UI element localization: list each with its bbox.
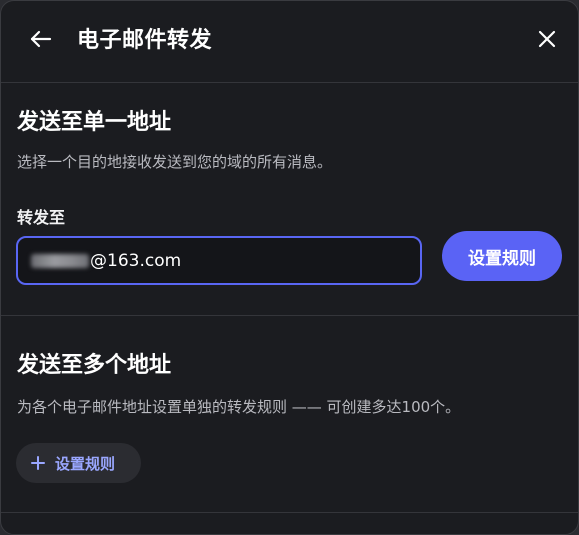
single-address-section: 发送至单一地址 选择一个目的地接收发送到您的域的所有消息。 转发至 设置规则 — [1, 84, 578, 316]
multiple-address-section: 发送至多个地址 为各个电子邮件地址设置单独的转发规则 —— 可创建多达100个。… — [1, 317, 578, 513]
single-address-description: 选择一个目的地接收发送到您的域的所有消息。 — [17, 153, 333, 171]
close-icon — [538, 30, 556, 48]
page-title: 电子邮件转发 — [77, 28, 213, 53]
multiple-address-title: 发送至多个地址 — [17, 353, 172, 378]
plus-icon — [31, 456, 45, 470]
close-button[interactable] — [533, 25, 561, 53]
set-rule-button[interactable]: 设置规则 — [442, 231, 562, 281]
add-rule-button[interactable]: 设置规则 — [16, 443, 141, 483]
multiple-address-description: 为各个电子邮件地址设置单独的转发规则 —— 可创建多达100个。 — [17, 398, 461, 416]
email-forwarding-dialog: 电子邮件转发 发送至单一地址 选择一个目的地接收发送到您的域的所有消息。 转发至… — [0, 0, 579, 535]
forward-to-label: 转发至 — [17, 208, 66, 227]
dialog-header: 电子邮件转发 — [1, 1, 578, 83]
redacted-email-prefix — [31, 254, 89, 268]
back-button[interactable] — [27, 25, 55, 53]
add-rule-label: 设置规则 — [55, 454, 116, 473]
single-address-title: 发送至单一地址 — [17, 110, 172, 135]
arrow-left-icon — [30, 30, 52, 48]
